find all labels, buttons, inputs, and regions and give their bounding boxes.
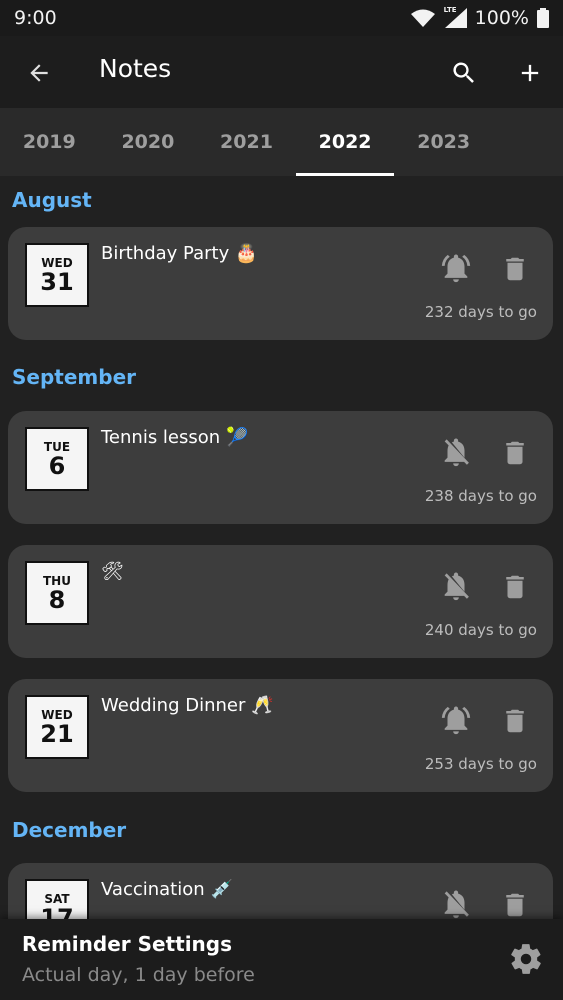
- year-tabs: 2019 2020 2021 2022 2023: [0, 108, 563, 176]
- gear-icon[interactable]: [508, 941, 544, 977]
- date-badge: THU 8: [25, 561, 89, 625]
- network-type: LTE: [443, 6, 457, 14]
- date-day: 21: [40, 720, 74, 748]
- tab-2022[interactable]: 2022: [295, 108, 395, 176]
- tab-2020[interactable]: 2020: [99, 108, 198, 176]
- plus-icon: [521, 64, 539, 82]
- date-day: 17: [40, 904, 74, 919]
- bell-ringing-icon[interactable]: [439, 703, 473, 737]
- trash-icon[interactable]: [500, 571, 530, 603]
- trash-icon[interactable]: [500, 889, 530, 919]
- days-to-go: 253 days to go: [424, 755, 537, 773]
- tab-2019[interactable]: 2019: [0, 108, 99, 176]
- date-day: 31: [40, 268, 74, 296]
- tab-2023[interactable]: 2023: [394, 108, 493, 176]
- days-to-go: 240 days to go: [424, 621, 537, 639]
- app-bar: Notes: [0, 36, 563, 108]
- bell-off-icon[interactable]: [439, 887, 473, 919]
- arrow-left-icon: [30, 64, 48, 82]
- tab-2021[interactable]: 2021: [197, 108, 296, 176]
- page-title: Notes: [99, 54, 172, 83]
- note-emoji: 🎂: [235, 243, 258, 264]
- battery-level: 100%: [474, 7, 529, 29]
- cellular-icon: LTE: [443, 6, 467, 28]
- date-badge: TUE 6: [25, 427, 89, 491]
- note-emoji: 💉: [210, 879, 234, 900]
- date-badge: SAT 17: [25, 879, 89, 919]
- reminder-settings-subtitle: Actual day, 1 day before: [22, 964, 255, 986]
- note-emoji: 🥂: [251, 695, 274, 716]
- search-button[interactable]: [447, 56, 481, 90]
- date-badge: WED 21: [25, 695, 89, 759]
- trash-icon[interactable]: [500, 705, 530, 737]
- date-badge: WED 31: [25, 243, 89, 307]
- status-time: 9:00: [14, 7, 57, 29]
- note-card[interactable]: THU 8 🛠 240 days to go: [8, 545, 553, 658]
- add-note-button[interactable]: [513, 56, 547, 90]
- search-icon: [453, 62, 474, 83]
- days-to-go: 232 days to go: [424, 303, 537, 321]
- note-card[interactable]: WED 31 Birthday Party 🎂 232 days to go: [8, 227, 553, 340]
- month-header-september: September: [12, 365, 136, 389]
- note-title: Birthday Party 🎂: [101, 243, 258, 264]
- note-title: Tennis lesson 🎾: [101, 427, 249, 448]
- reminder-settings-bar[interactable]: Reminder Settings Actual day, 1 day befo…: [0, 919, 563, 1000]
- back-button[interactable]: [22, 56, 56, 90]
- trash-icon[interactable]: [500, 437, 530, 469]
- month-header-december: December: [12, 818, 127, 842]
- days-to-go: 238 days to go: [424, 487, 537, 505]
- note-title: Vaccination 💉: [101, 879, 234, 900]
- note-emoji: 🛠: [101, 561, 124, 582]
- note-title: 🛠: [101, 561, 124, 582]
- trash-icon[interactable]: [500, 253, 530, 285]
- reminder-settings-title: Reminder Settings: [22, 932, 233, 956]
- note-card[interactable]: SAT 17 Vaccination 💉: [8, 863, 553, 919]
- date-day: 8: [48, 586, 66, 614]
- battery-icon: [537, 8, 549, 28]
- notes-list[interactable]: August WED 31 Birthday Party 🎂 232 days t…: [0, 176, 563, 919]
- status-bar: 9:00 LTE 100%: [0, 0, 563, 36]
- bell-ringing-icon[interactable]: [439, 251, 473, 285]
- month-header-august: August: [12, 188, 92, 212]
- bell-off-icon[interactable]: [439, 569, 473, 603]
- note-card[interactable]: WED 21 Wedding Dinner 🥂 253 days to go: [8, 679, 553, 792]
- note-card[interactable]: TUE 6 Tennis lesson 🎾 238 days to go: [8, 411, 553, 524]
- note-emoji: 🎾: [226, 427, 249, 448]
- note-title: Wedding Dinner 🥂: [101, 695, 274, 716]
- bell-off-icon[interactable]: [439, 435, 473, 469]
- wifi-icon: [410, 9, 435, 27]
- date-day: 6: [48, 452, 66, 480]
